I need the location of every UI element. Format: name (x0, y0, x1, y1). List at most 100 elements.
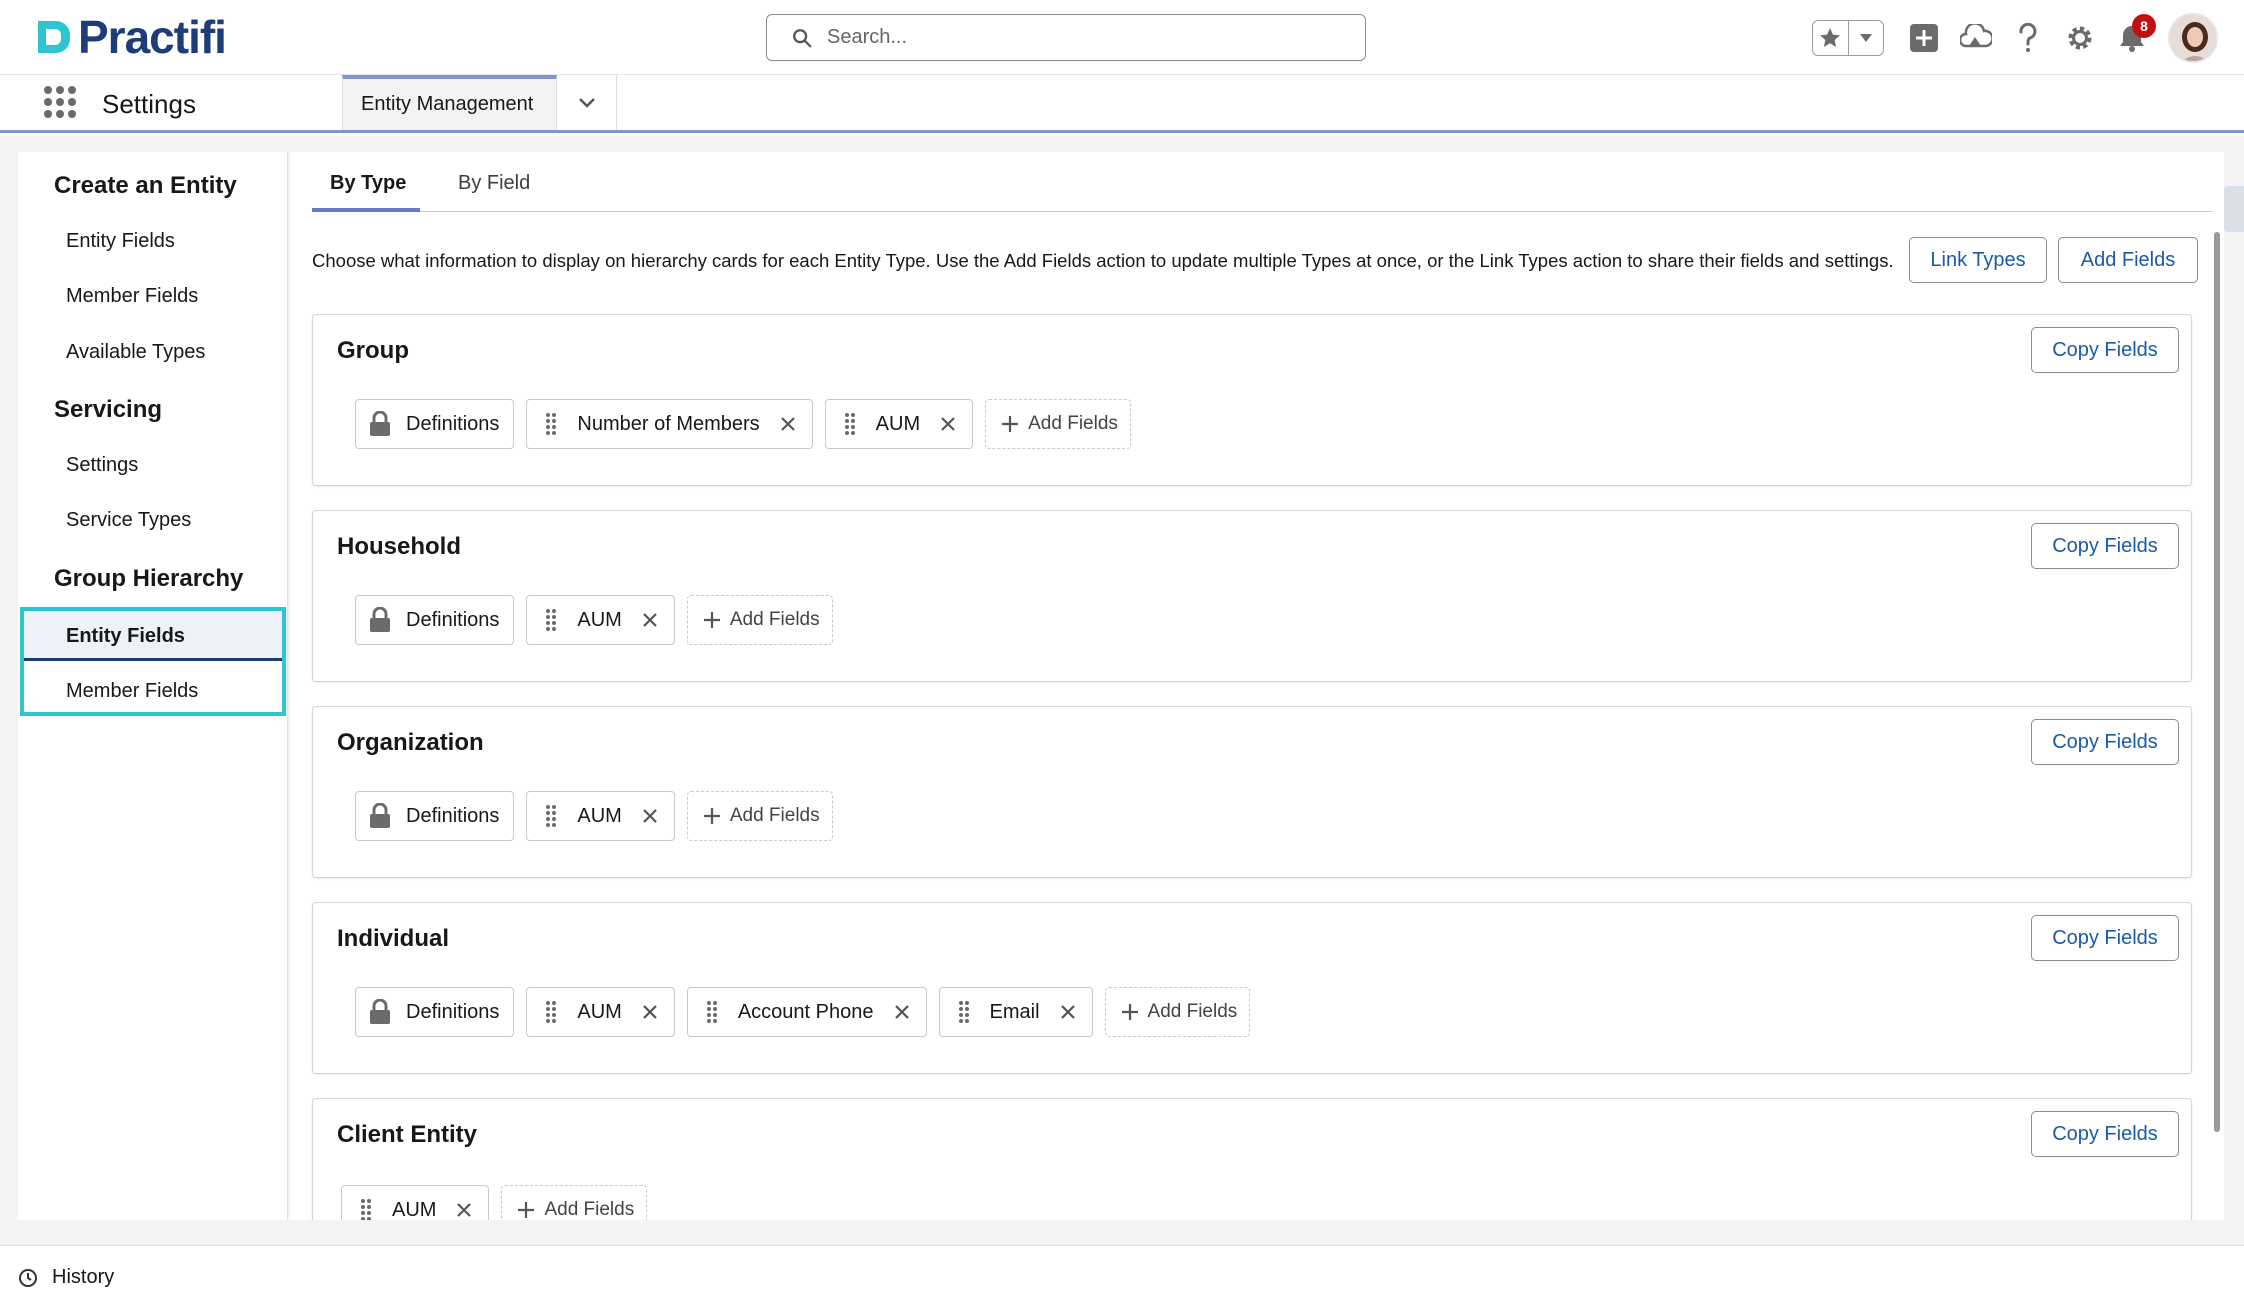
global-actions-button[interactable] (1908, 22, 1940, 54)
brand-name: Practifi (78, 11, 227, 63)
app-name: Settings (102, 89, 196, 119)
lock-icon (368, 606, 392, 634)
drag-handle-icon[interactable] (952, 998, 976, 1026)
field-chip[interactable]: Email (938, 987, 1093, 1037)
field-chip-label: Email (989, 1000, 1040, 1023)
field-chip-label: AUM (392, 1198, 437, 1221)
scrollbar-thumb[interactable] (2214, 232, 2220, 1132)
field-chip[interactable]: Number of Members (526, 399, 813, 449)
plus-icon (700, 606, 724, 634)
drag-handle-icon[interactable] (539, 998, 563, 1026)
sidebar-item-member-fields[interactable]: Member Fields (66, 285, 198, 308)
field-chip-label: Definitions (406, 608, 500, 631)
copy-fields-button[interactable]: Copy Fields (2031, 915, 2179, 961)
field-chip-label: AUM (577, 804, 622, 827)
sidebar-item-settings[interactable]: Settings (66, 454, 138, 477)
drag-handle-icon[interactable] (539, 802, 563, 830)
app-launcher-icon[interactable] (44, 86, 76, 118)
practifi-logo-icon (34, 17, 74, 57)
entity-type-card-group: Group Copy Fields Definitions Number of … (312, 314, 2192, 486)
card-title: Household (337, 533, 461, 560)
field-chip-locked: Definitions (355, 595, 515, 645)
gear-icon (2068, 26, 2092, 50)
copy-fields-button[interactable]: Copy Fields (2031, 523, 2179, 569)
card-title: Group (337, 337, 409, 364)
history-label: History (52, 1266, 115, 1288)
remove-field-icon[interactable] (642, 1003, 660, 1021)
user-photo (2170, 15, 2216, 61)
field-chip-label: AUM (577, 608, 622, 631)
copy-fields-button[interactable]: Copy Fields (2031, 1111, 2179, 1157)
field-chip-label: Account Phone (737, 1000, 874, 1023)
add-fields-button[interactable]: Add Fields (2058, 237, 2198, 283)
link-types-button[interactable]: Link Types (1909, 237, 2047, 283)
add-fields-chip[interactable]: Add Fields (686, 595, 833, 645)
drag-handle-icon[interactable] (700, 998, 724, 1026)
trailhead-button[interactable] (1960, 22, 1992, 54)
field-chip-label: AUM (875, 412, 921, 435)
field-chip[interactable]: AUM (526, 595, 675, 645)
remove-field-icon[interactable] (940, 415, 958, 433)
help-button[interactable] (2012, 22, 2044, 54)
sidebar-item-hierarchy-member-fields[interactable]: Member Fields (66, 680, 198, 703)
remove-field-icon[interactable] (642, 611, 660, 629)
field-chip[interactable]: Account Phone (686, 987, 927, 1037)
cloud-mountain-icon (1960, 24, 1992, 48)
add-fields-chip-label: Add Fields (1028, 413, 1118, 434)
sidebar-item-available-types[interactable]: Available Types (66, 341, 205, 364)
field-chips: AUM Add Fields (341, 1185, 659, 1220)
setup-button[interactable] (2064, 22, 2096, 54)
entity-type-card-household: Household Copy Fields Definitions AUM Ad… (312, 510, 2192, 682)
sidebar-item-entity-fields[interactable]: Entity Fields (66, 230, 175, 253)
field-chip[interactable]: AUM (824, 399, 974, 449)
add-fields-chip-label: Add Fields (729, 805, 820, 826)
nav-tabs-menu-button[interactable] (557, 75, 617, 130)
field-chip-locked: Definitions (355, 987, 515, 1037)
remove-field-icon[interactable] (642, 807, 660, 825)
sidebar-item-hierarchy-entity-fields[interactable]: Entity Fields (66, 625, 185, 648)
tab-by-field[interactable]: By Field (458, 172, 530, 212)
card-title: Client Entity (337, 1121, 478, 1148)
user-avatar[interactable] (2168, 13, 2218, 63)
side-panel-toggle[interactable] (2224, 186, 2244, 232)
field-chips: Definitions AUM Account Phone Email Add … (355, 987, 1262, 1037)
field-chip[interactable]: AUM (341, 1185, 490, 1221)
plus-icon (514, 1196, 538, 1220)
sidebar-section-group-hierarchy: Group Hierarchy (54, 565, 244, 592)
field-chip-locked: Definitions (355, 399, 515, 449)
plus-icon (1118, 998, 1142, 1026)
tab-entity-management[interactable]: Entity Management (342, 75, 557, 130)
add-fields-chip[interactable]: Add Fields (985, 399, 1131, 449)
copy-fields-button[interactable]: Copy Fields (2031, 327, 2179, 373)
favorites-button[interactable] (1813, 21, 1849, 55)
field-chip[interactable]: AUM (526, 987, 675, 1037)
search-input[interactable] (827, 26, 1327, 49)
remove-field-icon[interactable] (780, 415, 798, 433)
remove-field-icon[interactable] (456, 1201, 474, 1219)
drag-handle-icon[interactable] (539, 606, 563, 634)
entity-management-panel: By Type By Field Choose what information… (290, 152, 2224, 1220)
tab-by-type[interactable]: By Type (312, 172, 420, 212)
copy-fields-button[interactable]: Copy Fields (2031, 719, 2179, 765)
practifi-logo[interactable]: Practifi (34, 11, 227, 63)
remove-field-icon[interactable] (1060, 1003, 1078, 1021)
entity-type-card-individual: Individual Copy Fields Definitions AUM A… (312, 902, 2192, 1074)
field-chip[interactable]: AUM (526, 791, 675, 841)
field-chip-label: Definitions (406, 804, 500, 827)
search-icon (793, 28, 812, 47)
sidebar-item-service-types[interactable]: Service Types (66, 509, 191, 532)
global-search[interactable] (766, 14, 1366, 61)
favorites-menu-button[interactable] (1849, 21, 1884, 55)
field-chips: Definitions AUM Add Fields (355, 791, 845, 841)
add-fields-chip[interactable]: Add Fields (686, 791, 833, 841)
drag-handle-icon[interactable] (838, 410, 862, 438)
entity-type-card-client-entity: Client Entity Copy Fields AUM Add Fields (312, 1098, 2192, 1220)
plus-icon (998, 410, 1022, 438)
add-fields-chip[interactable]: Add Fields (501, 1185, 648, 1220)
drag-handle-icon[interactable] (539, 410, 563, 438)
drag-handle-icon[interactable] (354, 1196, 378, 1220)
remove-field-icon[interactable] (894, 1003, 912, 1021)
add-fields-chip[interactable]: Add Fields (1104, 987, 1251, 1037)
history-button[interactable]: History (18, 1266, 114, 1289)
notifications-button[interactable]: 8 (2116, 14, 2156, 54)
